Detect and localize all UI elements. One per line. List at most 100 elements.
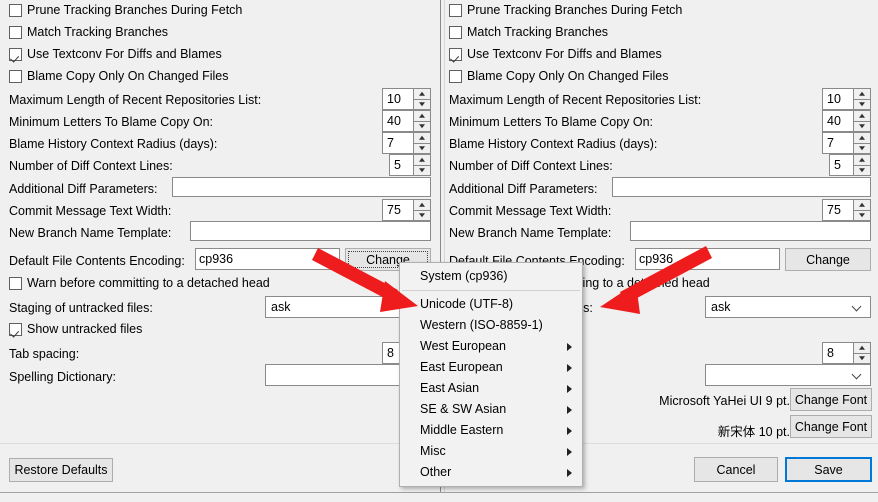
spinner-max-recent-repos-2[interactable]: 10 — [822, 88, 871, 110]
checkbox-match-tracking-branches-2[interactable] — [449, 26, 462, 39]
spinner-max-recent-repos-value[interactable]: 10 — [382, 88, 413, 110]
label-new-branch-template-2: New Branch Name Template: — [449, 226, 612, 240]
submenu-arrow-icon — [567, 364, 572, 372]
menu-item-west-european[interactable]: West European — [400, 336, 582, 357]
submenu-arrow-icon — [567, 427, 572, 435]
checkbox-blame-copy-only-changed[interactable] — [9, 70, 22, 83]
menu-item-unicode-utf8[interactable]: Unicode (UTF-8) — [400, 294, 582, 315]
menu-item-other[interactable]: Other — [400, 462, 582, 483]
spinner-up-icon[interactable] — [413, 199, 431, 210]
chevron-down-icon — [853, 371, 862, 380]
label-match-tracking-branches-2: Match Tracking Branches — [467, 25, 609, 39]
label-additional-diff-params-2: Additional Diff Parameters: — [449, 182, 598, 196]
spinner-commit-width-value[interactable]: 75 — [382, 199, 413, 221]
spinner-down-icon[interactable] — [853, 209, 871, 221]
input-additional-diff-params[interactable] — [172, 177, 431, 197]
spinner-down-icon[interactable] — [413, 120, 431, 132]
checkbox-warn-detached-head[interactable] — [9, 277, 22, 290]
restore-defaults-button[interactable]: Restore Defaults — [9, 458, 113, 482]
spinner-min-letters-blame-copy[interactable]: 40 — [382, 110, 431, 132]
spinner-commit-message-width[interactable]: 75 — [382, 199, 431, 221]
spinner-down-icon[interactable] — [413, 142, 431, 154]
spinner-up-icon[interactable] — [413, 110, 431, 121]
checkbox-use-textconv[interactable] — [9, 48, 22, 61]
combo-staging-value-2: ask — [711, 300, 731, 314]
menu-item-western-iso-8859-1[interactable]: Western (ISO-8859-1) — [400, 315, 582, 336]
spinner-down-icon[interactable] — [413, 98, 431, 110]
encoding-context-menu[interactable]: System (cp936) Unicode (UTF-8) Western (… — [399, 262, 583, 487]
menu-item-misc[interactable]: Misc — [400, 441, 582, 462]
label-min-letters-blame-copy-2: Minimum Letters To Blame Copy On: — [449, 115, 654, 129]
change-ui-font-button[interactable]: Change Font — [790, 388, 872, 411]
menu-item-east-asian[interactable]: East Asian — [400, 378, 582, 399]
spinner-blame-history-value-2[interactable]: 7 — [822, 132, 853, 154]
spinner-up-icon[interactable] — [413, 88, 431, 99]
label-min-letters-blame-copy: Minimum Letters To Blame Copy On: — [9, 115, 214, 129]
checkbox-prune-tracking-branches[interactable] — [9, 4, 22, 17]
spinner-min-letters-blame-copy-2[interactable]: 40 — [822, 110, 871, 132]
checkbox-blame-copy-only-changed-2[interactable] — [449, 70, 462, 83]
combo-staging-untracked-2[interactable]: ask — [705, 296, 871, 318]
spinner-down-icon[interactable] — [853, 352, 871, 364]
input-default-file-encoding[interactable]: cp936 — [195, 248, 340, 270]
menu-item-system[interactable]: System (cp936) — [400, 266, 582, 287]
spinner-down-icon[interactable] — [413, 209, 431, 221]
spinner-diff-context-lines-2[interactable]: 5 — [829, 154, 871, 176]
spinner-blame-history-radius-2[interactable]: 7 — [822, 132, 871, 154]
spinner-up-icon[interactable] — [853, 110, 871, 121]
spinner-commit-width-value-2[interactable]: 75 — [822, 199, 853, 221]
spinner-down-icon[interactable] — [853, 120, 871, 132]
spinner-min-letters-value-2[interactable]: 40 — [822, 110, 853, 132]
spinner-up-icon[interactable] — [853, 342, 871, 353]
checkbox-prune-tracking-branches-2[interactable] — [449, 4, 462, 17]
spinner-diff-context-lines[interactable]: 5 — [389, 154, 431, 176]
spinner-up-icon[interactable] — [413, 132, 431, 143]
checkbox-match-tracking-branches[interactable] — [9, 26, 22, 39]
save-button[interactable]: Save — [785, 457, 872, 482]
menu-item-label: SE & SW Asian — [420, 402, 507, 416]
spinner-down-icon[interactable] — [853, 98, 871, 110]
spinner-diff-context-value[interactable]: 5 — [389, 154, 413, 176]
spinner-down-icon[interactable] — [853, 142, 871, 154]
checkbox-use-textconv-2[interactable] — [449, 48, 462, 61]
spinner-up-icon[interactable] — [853, 199, 871, 210]
spinner-down-icon[interactable] — [853, 164, 871, 176]
menu-bottom-pad — [400, 483, 582, 486]
spinner-up-icon[interactable] — [853, 132, 871, 143]
change-encoding-button-2[interactable]: Change — [785, 248, 871, 271]
spinner-max-recent-repos[interactable]: 10 — [382, 88, 431, 110]
spinner-tab-spacing-value-2[interactable]: 8 — [822, 342, 853, 364]
menu-item-middle-eastern[interactable]: Middle Eastern — [400, 420, 582, 441]
cancel-button[interactable]: Cancel — [694, 457, 778, 482]
label-new-branch-template: New Branch Name Template: — [9, 226, 172, 240]
menu-item-se-sw-asian[interactable]: SE & SW Asian — [400, 399, 582, 420]
spinner-tab-spacing-2[interactable]: 8 — [822, 342, 871, 364]
combo-spelling-dictionary-2[interactable] — [705, 364, 871, 386]
chevron-down-icon — [853, 303, 862, 312]
label-prune-tracking-branches-2: Prune Tracking Branches During Fetch — [467, 3, 683, 17]
spinner-up-icon[interactable] — [413, 154, 431, 165]
label-additional-diff-params: Additional Diff Parameters: — [9, 182, 158, 196]
spinner-down-icon[interactable] — [413, 164, 431, 176]
label-staging-untracked: Staging of untracked files: — [9, 301, 153, 315]
menu-item-label: Misc — [420, 444, 446, 458]
input-new-branch-template-2[interactable] — [630, 221, 871, 241]
menu-item-east-european[interactable]: East European — [400, 357, 582, 378]
spinner-up-icon[interactable] — [853, 88, 871, 99]
spinner-min-letters-value[interactable]: 40 — [382, 110, 413, 132]
change-diff-font-button[interactable]: Change Font — [790, 415, 872, 438]
menu-item-label: System (cp936) — [420, 269, 508, 283]
spinner-blame-history-value[interactable]: 7 — [382, 132, 413, 154]
input-new-branch-template[interactable] — [190, 221, 431, 241]
checkbox-show-untracked-files[interactable] — [9, 323, 22, 336]
spinner-commit-message-width-2[interactable]: 75 — [822, 199, 871, 221]
label-match-tracking-branches: Match Tracking Branches — [27, 25, 169, 39]
input-default-file-encoding-2[interactable]: cp936 — [635, 248, 780, 270]
label-show-untracked-files: Show untracked files — [27, 322, 143, 336]
input-additional-diff-params-2[interactable] — [612, 177, 871, 197]
spinner-blame-history-radius[interactable]: 7 — [382, 132, 431, 154]
spinner-up-icon[interactable] — [853, 154, 871, 165]
spinner-diff-context-value-2[interactable]: 5 — [829, 154, 853, 176]
spinner-max-recent-repos-value-2[interactable]: 10 — [822, 88, 853, 110]
label-diff-font: 新宋体 10 pt. — [717, 425, 790, 439]
